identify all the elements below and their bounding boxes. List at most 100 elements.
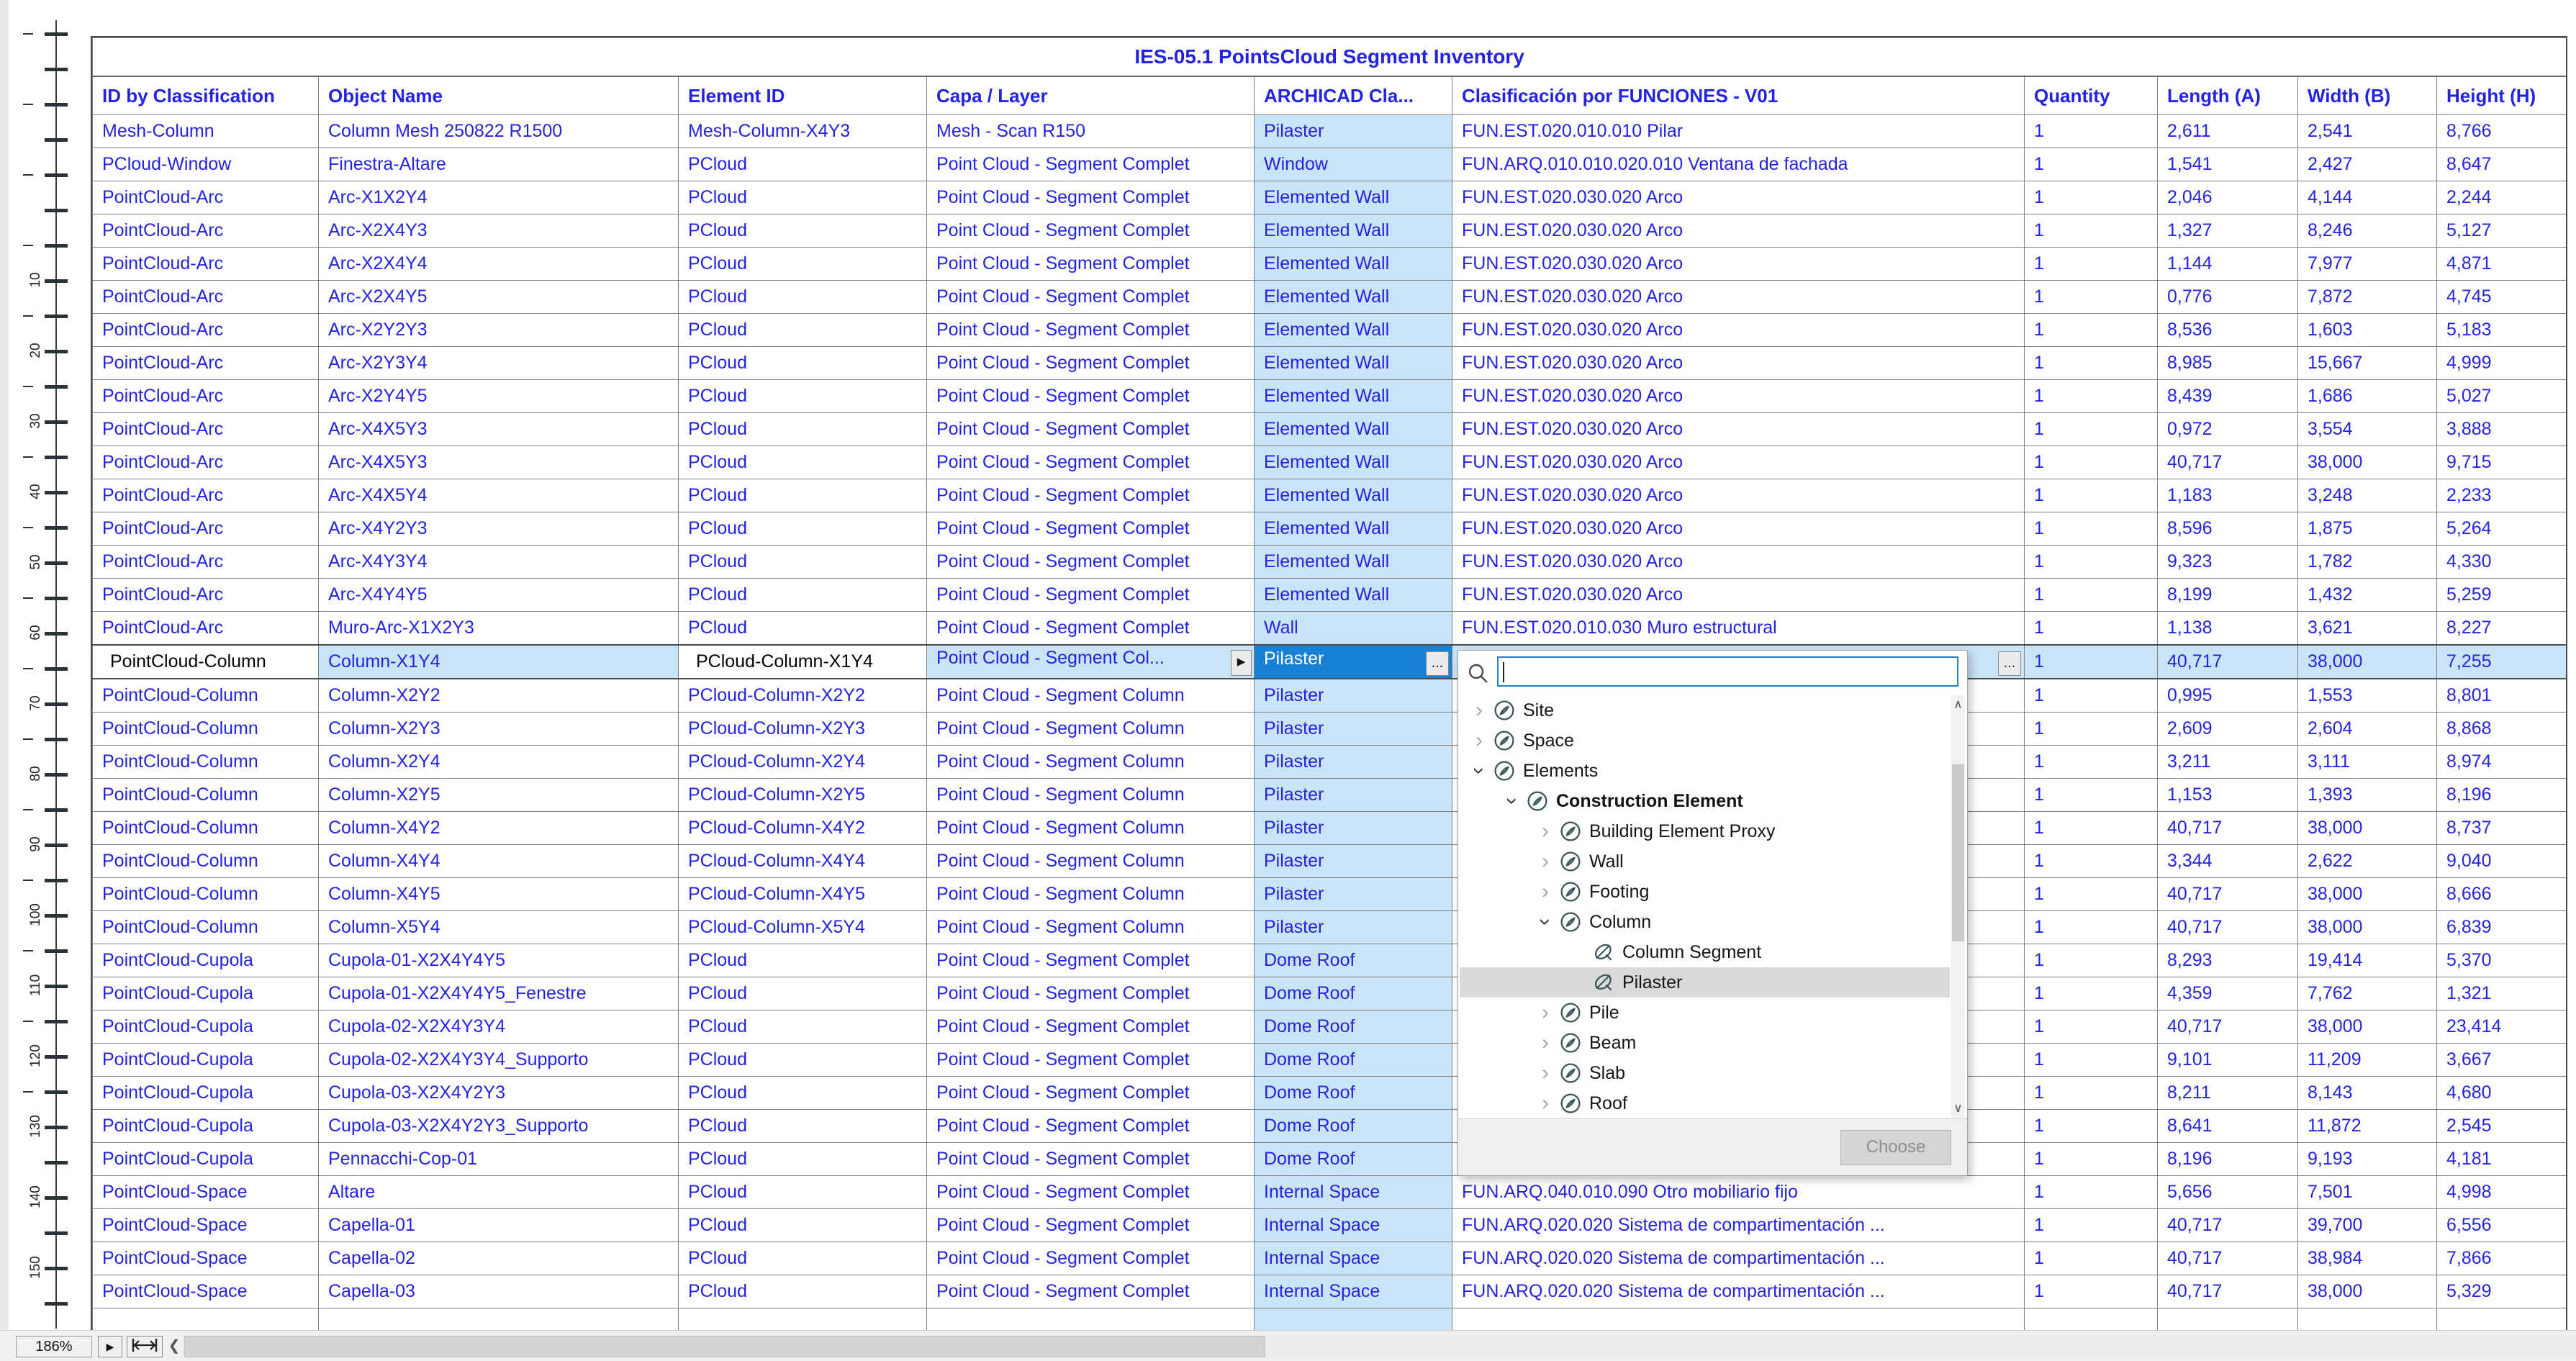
- cell-quantity[interactable]: 1: [2025, 1010, 2158, 1044]
- cell-element-id[interactable]: Mesh-Column-X4Y3: [679, 115, 927, 148]
- cell-length[interactable]: 40,717: [2158, 1209, 2298, 1242]
- cell-id-by-classification[interactable]: PointCloud-Arc: [93, 479, 319, 512]
- cell-id-by-classification[interactable]: PointCloud-Cupola: [93, 1044, 319, 1077]
- cell-length[interactable]: 5,656: [2158, 1176, 2298, 1209]
- cell-object-name[interactable]: Cupola-01-X2X4Y4Y5: [319, 944, 679, 977]
- cell-quantity[interactable]: 1: [2025, 1209, 2158, 1242]
- cell-id-by-classification[interactable]: PointCloud-Column: [93, 746, 319, 779]
- cell-height[interactable]: 1,321: [2437, 977, 2567, 1010]
- cell-element-id[interactable]: PCloud: [679, 1209, 927, 1242]
- cell-length[interactable]: 2,046: [2158, 181, 2298, 214]
- cell-element-id[interactable]: PCloud: [679, 1242, 927, 1275]
- cell-length[interactable]: 1,138: [2158, 612, 2298, 646]
- chevron-right-icon[interactable]: ›: [1468, 695, 1490, 725]
- cell-length[interactable]: 2,609: [2158, 713, 2298, 746]
- cell-layer[interactable]: ▶Point Cloud - Segment Col...: [927, 645, 1255, 679]
- cell-quantity[interactable]: 1: [2025, 281, 2158, 314]
- cell-id-by-classification[interactable]: PointCloud-Arc: [93, 612, 319, 646]
- cell-height[interactable]: 4,999: [2437, 347, 2567, 380]
- cell-width[interactable]: 2,622: [2298, 845, 2437, 878]
- cell-layer[interactable]: Point Cloud - Segment Complet: [927, 281, 1255, 314]
- cell-element-id[interactable]: PCloud: [679, 579, 927, 612]
- cell-object-name[interactable]: Arc-X4Y4Y5: [319, 579, 679, 612]
- cell-width[interactable]: 19,414: [2298, 944, 2437, 977]
- cell-height[interactable]: 5,183: [2437, 314, 2567, 347]
- cell-quantity[interactable]: 1: [2025, 845, 2158, 878]
- cell-layer[interactable]: Point Cloud - Segment Complet: [927, 248, 1255, 281]
- cell-archicad-class[interactable]: Pilaster: [1255, 812, 1452, 845]
- cell-object-name[interactable]: Column-X2Y2: [319, 679, 679, 713]
- cell-width[interactable]: 1,782: [2298, 546, 2437, 579]
- cell-object-name[interactable]: Arc-X2Y3Y4: [319, 347, 679, 380]
- cell-layer[interactable]: Point Cloud - Segment Column: [927, 679, 1255, 713]
- cell-quantity[interactable]: 1: [2025, 812, 2158, 845]
- cell-height[interactable]: 6,556: [2437, 1209, 2567, 1242]
- cell-width[interactable]: 11,872: [2298, 1110, 2437, 1143]
- cell-quantity[interactable]: 1: [2025, 314, 2158, 347]
- cell-id-by-classification[interactable]: PointCloud-Cupola: [93, 1143, 319, 1176]
- cell-archicad-class[interactable]: Internal Space: [1255, 1275, 1452, 1308]
- cell-quantity[interactable]: 1: [2025, 1077, 2158, 1110]
- cell-width[interactable]: 11,209: [2298, 1044, 2437, 1077]
- cell-width[interactable]: 38,000: [2298, 1275, 2437, 1308]
- tree-item-column-segment[interactable]: Column Segment: [1460, 937, 1950, 967]
- cell-funciones-class[interactable]: FUN.ARQ.010.010.020.010 Ventana de facha…: [1452, 148, 2025, 181]
- cell-width[interactable]: 1,553: [2298, 679, 2437, 713]
- cell-quantity[interactable]: 1: [2025, 679, 2158, 713]
- cell-width[interactable]: 38,000: [2298, 911, 2437, 944]
- cell-object-name[interactable]: Column-X2Y4: [319, 746, 679, 779]
- cell-element-id[interactable]: PCloud: [679, 413, 927, 446]
- cell-layer[interactable]: Point Cloud - Segment Complet: [927, 1044, 1255, 1077]
- cell-quantity[interactable]: 1: [2025, 1176, 2158, 1209]
- cell-length[interactable]: 3,211: [2158, 746, 2298, 779]
- cell-quantity[interactable]: 1: [2025, 446, 2158, 479]
- cell-length[interactable]: 8,293: [2158, 944, 2298, 977]
- cell-archicad-class[interactable]: Internal Space: [1255, 1176, 1452, 1209]
- cell-archicad-class[interactable]: Elemented Wall: [1255, 214, 1452, 248]
- column-header-archicad-class[interactable]: ARCHICAD Cla...: [1255, 76, 1452, 115]
- cell-layer[interactable]: Point Cloud - Segment Complet: [927, 347, 1255, 380]
- cell-object-name[interactable]: Arc-X2X4Y5: [319, 281, 679, 314]
- cell-layer[interactable]: Point Cloud - Segment Complet: [927, 148, 1255, 181]
- cell-height[interactable]: 8,766: [2437, 115, 2567, 148]
- cell-length[interactable]: 40,717: [2158, 1242, 2298, 1275]
- cell-id-by-classification[interactable]: PointCloud-Cupola: [93, 1077, 319, 1110]
- cell-width[interactable]: 7,501: [2298, 1176, 2437, 1209]
- cell-object-name[interactable]: Cupola-02-X2X4Y3Y4: [319, 1010, 679, 1044]
- chevron-down-icon[interactable]: ›: [1464, 760, 1494, 782]
- cell-element-id[interactable]: PCloud: [679, 214, 927, 248]
- cell-layer[interactable]: Point Cloud - Segment Complet: [927, 446, 1255, 479]
- cell-element-id[interactable]: PCloud-Column-X4Y4: [679, 845, 927, 878]
- column-header-width[interactable]: Width (B): [2298, 76, 2437, 115]
- cell-archicad-class[interactable]: Elemented Wall: [1255, 380, 1452, 413]
- cell-width[interactable]: 38,984: [2298, 1242, 2437, 1275]
- cell-layer[interactable]: Point Cloud - Segment Complet: [927, 380, 1255, 413]
- cell-id-by-classification[interactable]: PointCloud-Column: [93, 713, 319, 746]
- cell-layer[interactable]: Point Cloud - Segment Complet: [927, 214, 1255, 248]
- cell-archicad-class[interactable]: Elemented Wall: [1255, 413, 1452, 446]
- cell-archicad-class[interactable]: Elemented Wall: [1255, 546, 1452, 579]
- chevron-right-icon[interactable]: ›: [1535, 846, 1556, 877]
- tree-item-pile[interactable]: ›Pile: [1460, 998, 1950, 1028]
- classification-search-input[interactable]: [1497, 656, 1958, 687]
- cell-length[interactable]: 8,211: [2158, 1077, 2298, 1110]
- cell-layer[interactable]: Point Cloud - Segment Column: [927, 911, 1255, 944]
- cell-funciones-class[interactable]: FUN.EST.020.030.020 Arco: [1452, 546, 2025, 579]
- cell-id-by-classification[interactable]: [93, 1308, 319, 1334]
- cell-width[interactable]: 8,246: [2298, 214, 2437, 248]
- cell-layer[interactable]: Point Cloud - Segment Complet: [927, 944, 1255, 977]
- tree-item-beam[interactable]: ›Beam: [1460, 1028, 1950, 1058]
- cell-element-id[interactable]: PCloud: [679, 1044, 927, 1077]
- cell-archicad-class[interactable]: Elemented Wall: [1255, 446, 1452, 479]
- cell-width[interactable]: 3,248: [2298, 479, 2437, 512]
- cell-width[interactable]: 3,111: [2298, 746, 2437, 779]
- cell-layer[interactable]: Point Cloud - Segment Complet: [927, 546, 1255, 579]
- cell-height[interactable]: 2,545: [2437, 1110, 2567, 1143]
- cell-height[interactable]: 6,839: [2437, 911, 2567, 944]
- cell-layer[interactable]: Point Cloud - Segment Column: [927, 812, 1255, 845]
- cell-object-name[interactable]: Arc-X2X4Y4: [319, 248, 679, 281]
- cell-layer[interactable]: Mesh - Scan R150: [927, 115, 1255, 148]
- cell-id-by-classification[interactable]: PointCloud-Arc: [93, 380, 319, 413]
- cell-layer[interactable]: Point Cloud - Segment Complet: [927, 1176, 1255, 1209]
- cell-archicad-class[interactable]: Pilaster: [1255, 746, 1452, 779]
